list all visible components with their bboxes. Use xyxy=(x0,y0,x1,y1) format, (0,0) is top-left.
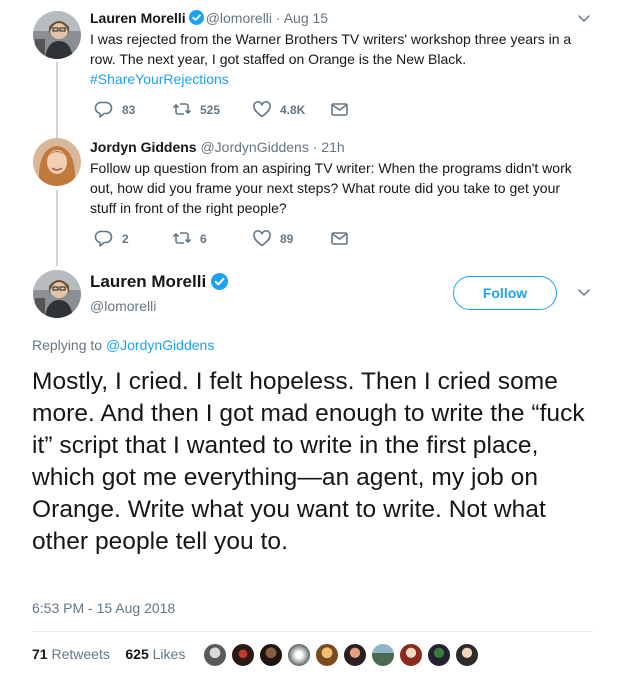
thread-connector xyxy=(56,62,58,138)
liker-avatar[interactable] xyxy=(315,643,339,667)
verified-badge-icon xyxy=(211,273,229,290)
replying-to: Replying to @JordynGiddens xyxy=(32,337,214,353)
like-button[interactable]: 89 xyxy=(252,229,330,249)
liker-avatar[interactable] xyxy=(427,643,451,667)
tweet-text: Follow up question from an aspiring TV w… xyxy=(90,158,610,218)
liker-avatar[interactable] xyxy=(455,643,479,667)
thread-connector xyxy=(56,190,58,266)
reply-icon xyxy=(94,101,113,118)
tweet-text-line: I was rejected from the Warner Brothers … xyxy=(90,31,572,47)
liker-avatars xyxy=(203,643,483,667)
retweets-label: Retweets xyxy=(51,646,110,662)
reply-count: 2 xyxy=(122,232,129,246)
likes-count: 625 xyxy=(125,646,149,662)
tweet-text-line: stuff in front of the right people? xyxy=(90,200,287,216)
main-author-name-text[interactable]: Lauren Morelli xyxy=(90,272,206,291)
retweet-count: 525 xyxy=(200,103,221,117)
tweet-time[interactable]: 21h xyxy=(321,139,344,155)
liker-avatar[interactable] xyxy=(203,643,227,667)
direct-message-button[interactable] xyxy=(330,100,358,120)
reply-count: 83 xyxy=(122,103,136,117)
hashtag-link[interactable]: #ShareYourRejections xyxy=(90,69,610,89)
reply-button[interactable]: 83 xyxy=(94,100,172,120)
liker-avatar[interactable] xyxy=(287,643,311,667)
tweet-text: I was rejected from the Warner Brothers … xyxy=(90,29,610,89)
tweet-text-line: out, how did you frame your next steps? … xyxy=(90,180,561,196)
tweet-text-line: Follow up question from an aspiring TV w… xyxy=(90,160,572,176)
reply-icon xyxy=(94,230,113,247)
replying-handle-link[interactable]: @JordynGiddens xyxy=(106,337,214,353)
separator: · xyxy=(312,139,318,155)
main-author-handle[interactable]: @lomorelli xyxy=(90,298,156,314)
liker-avatar[interactable] xyxy=(399,643,423,667)
tweet-time[interactable]: Aug 15 xyxy=(284,10,328,26)
author-handle[interactable]: @JordynGiddens xyxy=(200,139,308,155)
like-button[interactable]: 4.8K xyxy=(252,100,330,120)
chevron-down-icon[interactable] xyxy=(577,285,591,299)
liker-avatar[interactable] xyxy=(371,643,395,667)
author-name[interactable]: Lauren Morelli xyxy=(90,10,186,26)
avatar[interactable] xyxy=(33,11,81,59)
likes-stat[interactable]: 625 Likes xyxy=(125,646,185,662)
like-icon xyxy=(253,230,271,247)
retweets-count: 71 xyxy=(32,646,48,662)
replying-prefix: Replying to xyxy=(32,337,103,353)
liker-avatar[interactable] xyxy=(343,643,367,667)
retweet-icon xyxy=(172,232,192,244)
avatar[interactable] xyxy=(33,138,81,186)
like-count: 89 xyxy=(280,232,294,246)
retweets-stat[interactable]: 71 Retweets xyxy=(32,646,110,662)
retweet-count: 6 xyxy=(200,232,207,246)
direct-message-icon xyxy=(331,103,348,116)
chevron-down-icon[interactable] xyxy=(577,11,591,25)
main-author-name[interactable]: Lauren Morelli xyxy=(90,272,230,292)
verified-badge-icon xyxy=(188,10,204,25)
engagement-stats: 71 Retweets 625 Likes xyxy=(32,646,185,662)
tweet-text-line: row. The next year, I got staffed on Ora… xyxy=(90,51,467,67)
like-icon xyxy=(253,101,271,118)
tweet-header: Jordyn Giddens @JordynGiddens · 21h xyxy=(90,138,345,156)
tweet-actions: 83 525 4.8K xyxy=(94,100,358,120)
liker-avatar[interactable] xyxy=(259,643,283,667)
divider xyxy=(32,631,593,632)
separator: · xyxy=(275,10,281,26)
tweet-header: Lauren Morelli @lomorelli · Aug 15 xyxy=(90,9,328,27)
tweet-actions: 2 6 89 xyxy=(94,229,358,249)
author-handle[interactable]: @lomorelli xyxy=(206,10,272,26)
likes-label: Likes xyxy=(152,646,186,662)
retweet-button[interactable]: 525 xyxy=(172,100,252,120)
direct-message-icon xyxy=(331,232,348,245)
reply-button[interactable]: 2 xyxy=(94,229,172,249)
main-avatar[interactable] xyxy=(33,270,81,318)
direct-message-button[interactable] xyxy=(330,229,358,249)
retweet-button[interactable]: 6 xyxy=(172,229,252,249)
retweet-icon xyxy=(172,103,192,115)
liker-avatar[interactable] xyxy=(231,643,255,667)
author-name[interactable]: Jordyn Giddens xyxy=(90,139,197,155)
like-count: 4.8K xyxy=(280,103,306,117)
main-timestamp[interactable]: 6:53 PM - 15 Aug 2018 xyxy=(32,600,175,616)
follow-button[interactable]: Follow xyxy=(453,276,557,310)
main-tweet-text: Mostly, I cried. I felt hopeless. Then I… xyxy=(32,368,585,555)
